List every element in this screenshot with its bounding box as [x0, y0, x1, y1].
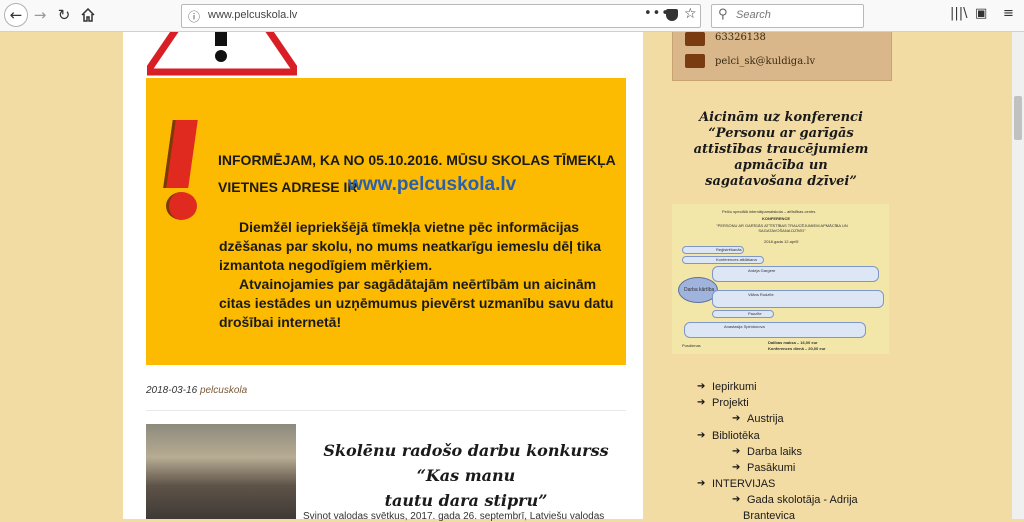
poster-subtitle: "PERSONU AR GARĪGĀS ATTĪSTĪBAS TRAUCĒJUM… [716, 223, 848, 233]
notice-url-link[interactable]: www.pelcuskola.lv [348, 174, 516, 196]
poster-row-bar [712, 290, 884, 308]
sidebar-toggle-icon[interactable]: ▣ [975, 6, 987, 21]
post-excerpt: Svinot valodas svētkus, 2017. gada 26. s… [303, 511, 605, 522]
notice-line-2: VIETNES ADRESE IR [218, 179, 358, 195]
arrow-right-icon: ➔ [732, 413, 741, 424]
library-icon[interactable]: |||\ [950, 6, 968, 21]
poster-row: Konferences atklāšana [716, 257, 757, 262]
poster-header: Pelču speciālā internātpamatskola – attī… [722, 209, 816, 214]
divider [146, 410, 626, 411]
menu-item-gada-skolotaja[interactable]: Gada skolotāja - Adrija [747, 494, 858, 506]
menu-item-projekti[interactable]: Projekti [712, 397, 749, 409]
post-meta: 2018-03-16 pelcuskola [146, 385, 247, 396]
notice-line-1: INFORMĒJAM, KA NO 05.10.2016. MŪSU SKOLA… [218, 152, 616, 168]
menu-item-darba-laiks[interactable]: Darba laiks [747, 446, 802, 458]
reload-button[interactable]: ↻ [52, 3, 76, 27]
poster-row: Anastasija Spiridonova [724, 324, 765, 329]
arrow-right-icon: ➔ [697, 397, 706, 408]
poster-circle-label: Darba kārtība [684, 287, 715, 293]
back-button[interactable]: ← [4, 3, 28, 27]
poster-row-bar [684, 322, 866, 338]
home-icon [81, 8, 95, 22]
search-input[interactable] [734, 8, 858, 22]
back-arrow-icon: ← [9, 6, 23, 24]
info-icon[interactable]: ⓘ [188, 8, 200, 25]
reload-icon: ↻ [57, 6, 71, 24]
scrollbar-thumb[interactable] [1014, 96, 1022, 140]
conference-poster[interactable]: Pelču speciālā internātpamatskola – attī… [672, 204, 889, 354]
menu-item-biblioteka[interactable]: Bibliotēka [712, 430, 760, 442]
url-bar[interactable]: ⓘ www.pelcuskola.lv ••• ☆ [181, 4, 701, 28]
url-text[interactable]: www.pelcuskola.lv [208, 9, 297, 21]
notice-para1-line3: izmantota negodīgiem mērķiem. [219, 257, 433, 273]
arrow-right-icon: ➔ [697, 478, 706, 489]
forward-arrow-icon: → [33, 6, 47, 24]
conference-title-line: sagatavošana dzīvei” [705, 174, 857, 189]
notice-para2-line1: Atvainojamies par sagādātajām neērtībām … [239, 276, 597, 292]
menu-item-pasakumi[interactable]: Pasākumi [747, 462, 795, 474]
poster-row: Vilāns Rudzīte [748, 292, 774, 297]
pocket-icon[interactable] [666, 9, 678, 21]
arrow-right-icon: ➔ [732, 446, 741, 457]
notice-para1-line1: Diemžēl iepriekšējā tīmekļa vietne pēc i… [239, 219, 580, 235]
contact-email[interactable]: pelci_sk@kuldiga.lv [715, 56, 815, 67]
browser-toolbar: ← → ↻ ⓘ www.pelcuskola.lv ••• ☆ ⚲ |||\ ▣… [0, 0, 1024, 32]
phone-icon [685, 32, 705, 46]
poster-footer-label: Pusdienas [682, 343, 701, 348]
post-thumbnail[interactable] [146, 424, 296, 519]
email-icon [685, 54, 705, 68]
notice-para2-line3: drošībai internetā! [219, 314, 342, 330]
notice-para2-line2: citas iestādes un uzņēmumus pievērst uzm… [219, 295, 614, 311]
poster-date: 2018.gada 12.aprīlī [764, 239, 799, 244]
poster-title: KONFERENCE [762, 216, 791, 221]
post-title-line-2[interactable]: tautu dara stipru” [306, 488, 626, 513]
menu-icon[interactable]: ≡ [1003, 6, 1014, 21]
poster-row-bar [712, 266, 879, 282]
poster-row: Reģistrēšanās [716, 247, 742, 252]
forward-button[interactable]: → [28, 3, 52, 27]
poster-row-bar [712, 310, 774, 318]
poster-row: Ardeja Gargere [748, 268, 776, 273]
search-icon: ⚲ [718, 7, 728, 22]
conference-title-line: attīstības traucējumiem [693, 142, 869, 157]
arrow-right-icon: ➔ [732, 494, 741, 505]
notice-para1-line2: dzēšanas par skolu, no mums neatkarīgu i… [219, 238, 602, 254]
post-title[interactable]: Skolēnu radošo darbu konkurss “Kas manu … [306, 438, 626, 513]
bookmark-star-icon[interactable]: ☆ [684, 6, 697, 22]
arrow-right-icon: ➔ [732, 462, 741, 473]
contact-phone: 63326138 [715, 32, 766, 43]
menu-item-austrija[interactable]: Austrija [747, 413, 784, 425]
conference-title-line: Aicinām uz konferenci [699, 110, 863, 125]
post-author[interactable]: pelcuskola [200, 385, 247, 396]
warning-triangle-icon [147, 32, 297, 76]
conference-title: Aicinām uz konferenci “Personu ar garīgā… [672, 110, 890, 190]
poster-row: Pauzīte [748, 311, 762, 316]
search-box[interactable]: ⚲ [711, 4, 864, 28]
menu-item-iepirkumi[interactable]: Iepirkumi [712, 381, 757, 393]
arrow-right-icon: ➔ [697, 430, 706, 441]
contact-box: 63326138 pelci_sk@kuldiga.lv [672, 32, 892, 81]
conference-title-line: “Personu ar garīgās [708, 126, 854, 141]
menu-item-intervijas[interactable]: INTERVIJAS [712, 478, 775, 490]
post-title-line-1[interactable]: Skolēnu radošo darbu konkurss “Kas manu [306, 438, 626, 488]
poster-footer-1: Dalības maksa – 16,00 eur [768, 340, 818, 345]
arrow-right-icon: ➔ [697, 381, 706, 392]
exclamation-dot-icon [166, 192, 197, 220]
menu-item-gada-skolotaja-cont[interactable]: Brantevica [743, 510, 795, 522]
poster-footer-2: Konferences dienā – 20,00 eur [768, 346, 826, 351]
conference-title-line: apmācība un [734, 158, 828, 173]
post-date[interactable]: 2018-03-16 [146, 385, 197, 396]
home-button[interactable] [76, 3, 100, 27]
